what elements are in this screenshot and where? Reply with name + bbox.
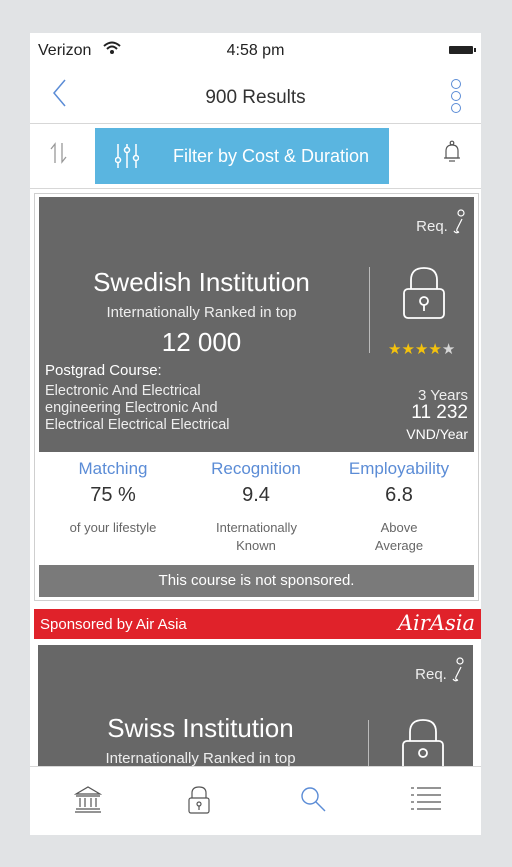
stat-label: Matching <box>78 459 148 478</box>
star-icon: ★ <box>441 341 456 358</box>
requirements-button[interactable]: Req. <box>416 209 466 235</box>
info-icon <box>452 657 464 682</box>
result-card[interactable]: Req. Swedish Institution Internationally… <box>34 193 479 601</box>
stat-desc: Internationally Known <box>216 520 297 553</box>
sliders-icon <box>114 143 140 174</box>
sponsor-prefix: Sponsored by <box>40 616 133 633</box>
cost-unit: VND/Year <box>406 426 468 442</box>
more-options-button[interactable] <box>451 79 461 115</box>
requirements-label: Req. <box>415 666 447 683</box>
filter-button[interactable]: Filter by Cost & Duration <box>95 128 389 184</box>
sponsor-name: Air Asia <box>135 616 187 633</box>
tab-institutions[interactable] <box>73 785 103 818</box>
lock-icon <box>188 786 210 814</box>
requirements-label: Req. <box>416 218 448 235</box>
course-type: Postgrad Course: <box>45 362 162 379</box>
stat-value: 75 % <box>90 484 136 506</box>
dot-icon <box>451 79 461 89</box>
star-icon: ★ <box>388 341 402 358</box>
sponsor-banner[interactable]: Sponsored by Air Asia AirAsia <box>34 609 481 639</box>
search-icon <box>301 787 326 812</box>
status-bar: Verizon 4:58 pm <box>30 33 481 67</box>
divider <box>369 267 370 353</box>
battery-icon <box>449 46 476 54</box>
sponsor-text: Sponsored by Air Asia <box>40 616 187 633</box>
sort-arrows-icon <box>50 142 67 164</box>
star-icon: ★ <box>428 341 442 358</box>
stat-employability[interactable]: Employability 6.8 Above Average <box>329 459 469 555</box>
institution-icon <box>73 786 103 813</box>
alert-button[interactable] <box>443 140 461 169</box>
sponsor-status: This course is not sponsored. <box>39 565 474 597</box>
star-icon: ★ <box>401 341 415 358</box>
status-time: 4:58 pm <box>226 42 285 59</box>
stat-value: 6.8 <box>385 484 413 506</box>
lock-icon <box>402 719 444 771</box>
tab-list[interactable] <box>411 785 441 818</box>
bell-icon <box>444 140 460 162</box>
sort-button[interactable] <box>50 142 68 170</box>
dot-icon <box>451 91 461 101</box>
airasia-logo: AirAsia <box>397 611 475 635</box>
stat-desc: of your lifestyle <box>69 520 157 535</box>
filter-label: Filter by Cost & Duration <box>173 146 370 166</box>
institution-name[interactable]: Swiss Institution <box>38 713 363 744</box>
star-icon: ★ <box>414 341 429 358</box>
lock-button[interactable] <box>401 265 447 326</box>
stat-desc: Above Average <box>374 520 424 553</box>
page-title: 900 Results <box>205 87 306 108</box>
tab-locked[interactable] <box>187 785 211 820</box>
dot-icon <box>451 103 461 113</box>
course-name[interactable]: Electronic And Electrical engineering El… <box>45 383 275 434</box>
result-card-header: Req. Swedish Institution Internationally… <box>39 197 474 452</box>
stat-value: 9.4 <box>242 484 270 506</box>
list-icon <box>411 787 441 810</box>
phone-screen: Verizon 4:58 pm 900 Results Filter by Co… <box>30 33 481 835</box>
rank-value: 12 000 <box>161 327 242 357</box>
star-rating: ★★★★★ <box>388 340 455 358</box>
lock-icon <box>403 267 445 319</box>
institution-name[interactable]: Swedish Institution <box>39 267 364 298</box>
nav-bar: 900 Results <box>30 67 481 123</box>
stat-label: Recognition <box>211 459 301 478</box>
tab-search[interactable] <box>299 785 327 818</box>
stat-label: Employability <box>348 459 450 478</box>
stat-recognition[interactable]: Recognition 9.4 Internationally Known <box>186 459 326 555</box>
course-cost: 11 232 <box>411 402 468 423</box>
requirements-button[interactable]: Req. <box>415 657 465 683</box>
toolbar: Filter by Cost & Duration <box>30 123 481 189</box>
rank-text: Internationally Ranked in top <box>106 304 297 321</box>
stat-matching[interactable]: Matching 75 % of your lifestyle <box>43 459 183 537</box>
tab-bar <box>30 766 481 835</box>
rank-text: Internationally Ranked in top <box>105 750 296 767</box>
info-icon <box>453 209 465 234</box>
